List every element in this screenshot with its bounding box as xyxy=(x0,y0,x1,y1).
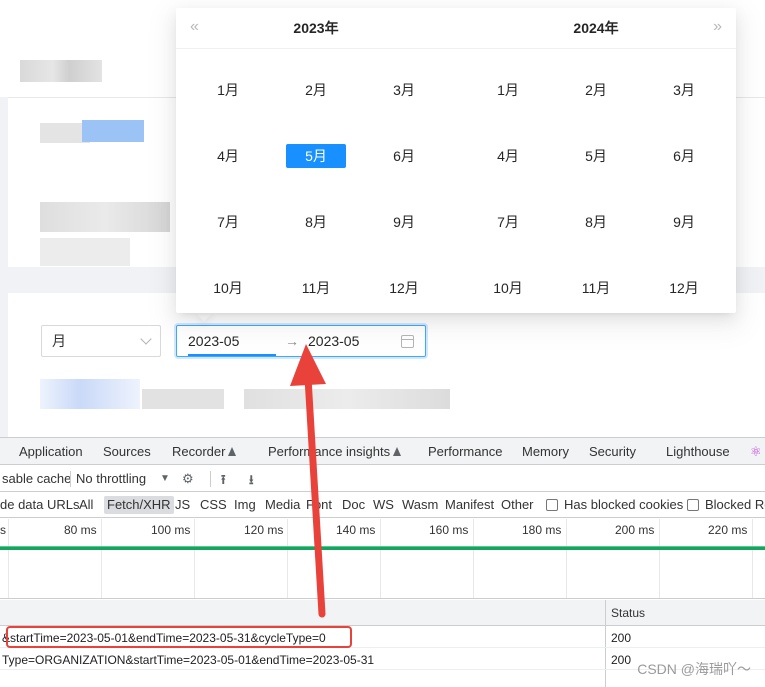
annotation-arrow xyxy=(290,344,326,618)
watermark: CSDN @海瑞吖～ xyxy=(637,661,751,677)
